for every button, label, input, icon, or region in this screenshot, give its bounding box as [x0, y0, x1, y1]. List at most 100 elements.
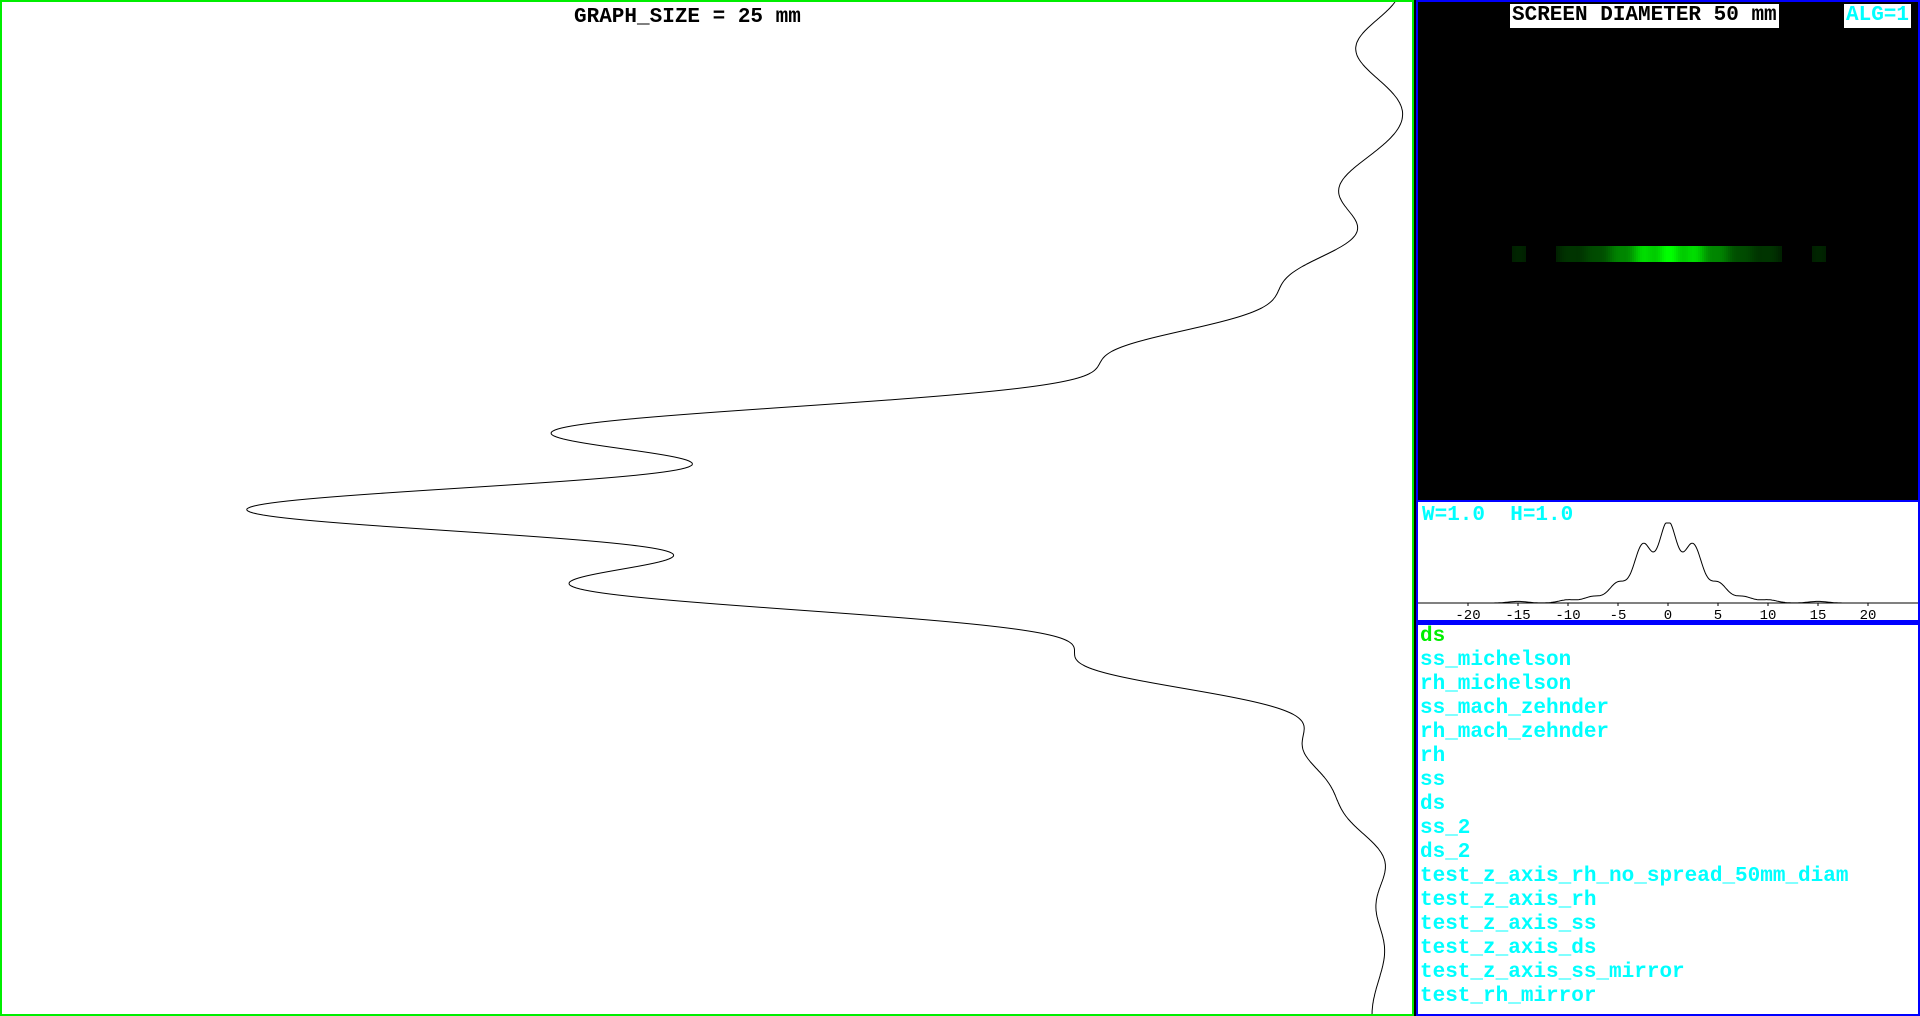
profile-tick-label: -15 [1505, 608, 1530, 622]
fringe-segment [1738, 246, 1740, 262]
scene-item[interactable]: ss_mach_zehnder [1418, 697, 1918, 721]
fringe-segment [1620, 246, 1622, 262]
fringe-segment [1752, 246, 1754, 262]
fringe-segment [1746, 246, 1748, 262]
fringe-segment [1524, 246, 1526, 262]
profile-panel: -20 -15 -10 -5 0 5 10 15 20 W=1.0 H=1.0 [1418, 500, 1918, 622]
scene-item[interactable]: rh_michelson [1418, 673, 1918, 697]
fringe-segment [1654, 246, 1656, 262]
fringe-segment [1656, 246, 1658, 262]
fringe-segment [1592, 246, 1594, 262]
scene-item[interactable]: test_z_axis_ss [1418, 913, 1918, 937]
scene-item[interactable]: test_z_axis_ss_mirror [1418, 961, 1918, 985]
profile-tick-label: -5 [1610, 608, 1627, 622]
fringe-segment [1662, 246, 1664, 262]
fringe-segment [1612, 246, 1614, 262]
fringe-segment [1622, 246, 1624, 262]
fringe-segment [1674, 246, 1676, 262]
profile-tick-label: 5 [1714, 608, 1722, 622]
fringe-segment [1666, 246, 1668, 262]
intensity-curve-line [246, 2, 1404, 1014]
fringe-segment [1676, 246, 1678, 262]
profile-tick-label: 15 [1810, 608, 1827, 622]
fringe-segment [1584, 246, 1586, 262]
profile-curve [1418, 522, 1918, 604]
fringe-segment [1706, 246, 1708, 262]
intensity-graph-panel: GRAPH_SIZE = 25 mm [0, 0, 1414, 1016]
fringe-segment [1816, 246, 1818, 262]
fringe-segment [1560, 246, 1562, 262]
scene-item[interactable]: ds [1418, 625, 1918, 649]
fringe-segment [1778, 246, 1780, 262]
fringe-segment [1716, 246, 1718, 262]
scene-item[interactable]: rh_mach_zehnder [1418, 721, 1918, 745]
fringe-segment [1692, 246, 1694, 262]
fringe-segment [1726, 246, 1728, 262]
fringe-segment [1600, 246, 1602, 262]
fringe-segment [1774, 246, 1776, 262]
fringe-segment [1626, 246, 1628, 262]
algorithm-indicator[interactable]: ALG=1 [1844, 4, 1912, 28]
fringe-segment [1694, 246, 1696, 262]
scene-item[interactable]: rh [1418, 745, 1918, 769]
scene-item[interactable]: ss_2 [1418, 817, 1918, 841]
fringe-segment [1720, 246, 1722, 262]
fringe-segment [1572, 246, 1574, 262]
fringe-segment [1722, 246, 1724, 262]
fringe-segment [1764, 246, 1766, 262]
fringe-segment [1624, 246, 1626, 262]
fringe-segment [1630, 246, 1632, 262]
fringe-segment [1576, 246, 1578, 262]
profile-tick-label: 10 [1760, 608, 1777, 622]
fringe-segment [1710, 246, 1712, 262]
fringe-segment [1756, 246, 1758, 262]
fringe-segment [1718, 246, 1720, 262]
fringe-segment [1634, 246, 1636, 262]
fringe-segment [1658, 246, 1660, 262]
scene-item[interactable]: ss_michelson [1418, 649, 1918, 673]
fringe-segment [1596, 246, 1598, 262]
fringe-segment [1822, 246, 1824, 262]
fringe-segment [1598, 246, 1600, 262]
fringe-segment [1696, 246, 1698, 262]
fringe-segment [1566, 246, 1568, 262]
fringe-segment [1570, 246, 1572, 262]
scene-item[interactable]: test_rh_mirror [1418, 985, 1918, 1009]
profile-tick-label: 20 [1860, 608, 1877, 622]
fringe-segment [1744, 246, 1746, 262]
fringe-segment [1582, 246, 1584, 262]
fringe-segment [1772, 246, 1774, 262]
fringe-segment [1660, 246, 1662, 262]
fringe-segment [1708, 246, 1710, 262]
fringe-segment [1766, 246, 1768, 262]
fringe-segment [1628, 246, 1630, 262]
fringe-segment [1668, 246, 1670, 262]
fringe-segment [1636, 246, 1638, 262]
fringe-segment [1564, 246, 1566, 262]
scene-item[interactable]: ds [1418, 793, 1918, 817]
scene-item[interactable]: ds_2 [1418, 841, 1918, 865]
scene-item[interactable]: ss [1418, 769, 1918, 793]
scene-item[interactable]: test_z_axis_rh_no_spread_50mm_diam [1418, 865, 1918, 889]
fringe-segment [1590, 246, 1592, 262]
fringe-pattern-display [1512, 246, 1826, 262]
fringe-segment [1616, 246, 1618, 262]
fringe-segment [1686, 246, 1688, 262]
fringe-segment [1684, 246, 1686, 262]
fringe-segment [1556, 246, 1558, 262]
fringe-segment [1714, 246, 1716, 262]
fringe-segment [1672, 246, 1674, 262]
profile-tick-label: 0 [1664, 608, 1672, 622]
fringe-segment [1606, 246, 1608, 262]
fringe-segment [1642, 246, 1644, 262]
fringe-segment [1732, 246, 1734, 262]
fringe-segment [1638, 246, 1640, 262]
fringe-segment [1594, 246, 1596, 262]
fringe-segment [1736, 246, 1738, 262]
scene-item[interactable]: test_z_axis_ds [1418, 937, 1918, 961]
fringe-segment [1768, 246, 1770, 262]
fringe-segment [1750, 246, 1752, 262]
fringe-segment [1820, 246, 1822, 262]
scene-item[interactable]: test_z_axis_rh [1418, 889, 1918, 913]
fringe-segment [1516, 246, 1518, 262]
